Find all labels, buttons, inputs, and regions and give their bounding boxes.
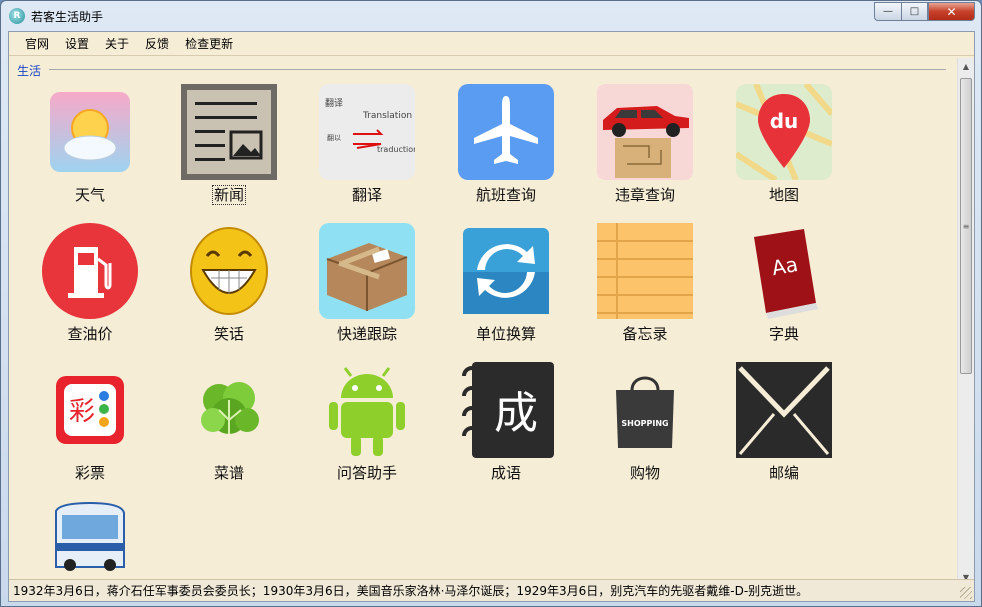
maximize-button[interactable]: □ — [901, 2, 928, 21]
lettuce-icon — [181, 362, 277, 458]
tile-translate[interactable]: 翻译 Translation 翻以 traduction 翻译 — [311, 84, 421, 220]
red-car-ticket-icon — [597, 84, 693, 180]
scroll-thumb[interactable]: ≡ — [960, 78, 972, 374]
resize-grip[interactable] — [960, 587, 972, 599]
idiom-text: 成 — [494, 388, 538, 439]
tile-label: 查油价 — [67, 325, 113, 343]
tile-label: 菜谱 — [213, 464, 244, 482]
tile-express[interactable]: 快递跟踪 — [311, 223, 421, 359]
envelope-icon — [736, 362, 832, 458]
title-bar[interactable]: R 若客生活助手 — □ ✕ — [1, 1, 981, 31]
tile-recipes[interactable]: 菜谱 — [173, 362, 283, 498]
shopping-bag-icon: SHOPPING — [597, 362, 693, 458]
tile-jokes[interactable]: 笑话 — [173, 223, 283, 359]
tile-label: 字典 — [768, 325, 799, 343]
tile-label: 新闻 — [211, 185, 247, 205]
translation-icon: 翻译 Translation 翻以 traduction — [319, 84, 415, 180]
menu-item-check-update[interactable]: 检查更新 — [177, 32, 241, 56]
newspaper-icon — [181, 84, 277, 180]
translate-text: Translation — [362, 111, 412, 121]
group-divider — [49, 69, 946, 70]
translate-text: 翻译 — [325, 98, 343, 109]
idiom-notebook-icon: 成 — [458, 362, 554, 458]
baidu-map-pin-icon: du — [736, 84, 832, 180]
status-text: 1932年3月6日，蒋介石任军事委员会委员长；1930年3月6日，美国音乐家洛林… — [13, 584, 809, 598]
map-text: du — [770, 109, 799, 133]
menu-item-about[interactable]: 关于 — [97, 32, 137, 56]
window-controls: — □ ✕ — [874, 2, 975, 21]
laughing-face-icon — [181, 223, 277, 319]
android-robot-icon — [319, 362, 415, 458]
tile-label: 邮编 — [768, 464, 799, 482]
tile-shopping[interactable]: SHOPPING 购物 — [589, 362, 699, 498]
parcel-box-icon — [319, 223, 415, 319]
menu-item-website[interactable]: 官网 — [17, 32, 57, 56]
weather-sun-cloud-icon — [42, 84, 138, 180]
menu-bar: 官网 设置 关于 反馈 检查更新 — [9, 32, 974, 56]
tile-news[interactable]: 新闻 — [173, 84, 283, 220]
fuel-pump-icon — [42, 223, 138, 319]
tile-label: 笑话 — [213, 325, 244, 343]
tile-qa-assistant[interactable]: 问答助手 — [311, 362, 421, 498]
tile-memo[interactable]: 备忘录 — [589, 223, 699, 359]
status-bar: 1932年3月6日，蒋介石任军事委员会委员长；1930年3月6日，美国音乐家洛林… — [9, 579, 974, 601]
tile-postcode[interactable]: 邮编 — [728, 362, 838, 498]
tile-weather[interactable]: 天气 — [34, 84, 144, 220]
translate-text: 翻以 — [327, 133, 341, 142]
minimize-button[interactable]: — — [874, 2, 901, 21]
tile-label: 彩票 — [74, 464, 105, 482]
vertical-scrollbar[interactable]: ▲ ≡ ▼ — [957, 58, 974, 586]
tile-flights[interactable]: 航班查询 — [450, 84, 560, 220]
scroll-up-button[interactable]: ▲ — [958, 58, 974, 75]
tile-label: 备忘录 — [622, 325, 668, 343]
group-label: 生活 — [17, 62, 46, 79]
lottery-icon: 彩 — [42, 362, 138, 458]
menu-item-settings[interactable]: 设置 — [57, 32, 97, 56]
tile-label: 单位换算 — [475, 325, 536, 343]
tile-label: 翻译 — [351, 186, 382, 204]
translate-text: traduction — [377, 145, 415, 154]
app-window: R 若客生活助手 — □ ✕ 官网 设置 关于 反馈 检查更新 生活 天气 新闻… — [0, 0, 982, 607]
bus-icon — [42, 501, 138, 579]
app-logo-icon: R — [9, 8, 25, 24]
client-area: 官网 设置 关于 反馈 检查更新 生活 天气 新闻 翻译 Translation… — [8, 31, 975, 602]
tile-label: 快递跟踪 — [336, 325, 397, 343]
menu-item-feedback[interactable]: 反馈 — [137, 32, 177, 56]
tile-label: 天气 — [74, 186, 105, 204]
lottery-text: 彩 — [69, 397, 95, 427]
tile-map[interactable]: du 地图 — [728, 84, 838, 220]
tile-label: 购物 — [629, 464, 660, 482]
dictionary-book-icon: Aa — [736, 223, 832, 319]
tile-unit-convert[interactable]: 单位换算 — [450, 223, 560, 359]
tile-label: 航班查询 — [475, 186, 536, 204]
tile-label: 成语 — [490, 464, 521, 482]
tile-bus[interactable] — [34, 501, 144, 579]
shopping-text: SHOPPING — [621, 419, 668, 428]
tile-label: 违章查询 — [614, 186, 675, 204]
sync-arrows-icon — [458, 223, 554, 319]
tile-dictionary[interactable]: Aa 字典 — [728, 223, 838, 359]
tile-label: 地图 — [768, 186, 799, 204]
airplane-icon — [458, 84, 554, 180]
dictionary-text: Aa — [770, 252, 800, 280]
tile-idioms[interactable]: 成 成语 — [450, 362, 560, 498]
tile-label: 问答助手 — [336, 464, 397, 482]
window-title: 若客生活助手 — [31, 10, 104, 24]
close-button[interactable]: ✕ — [928, 2, 975, 21]
tile-fuel-price[interactable]: 查油价 — [34, 223, 144, 359]
tile-lottery[interactable]: 彩 彩票 — [34, 362, 144, 498]
notepad-icon — [597, 223, 693, 319]
tile-violation[interactable]: 违章查询 — [589, 84, 699, 220]
